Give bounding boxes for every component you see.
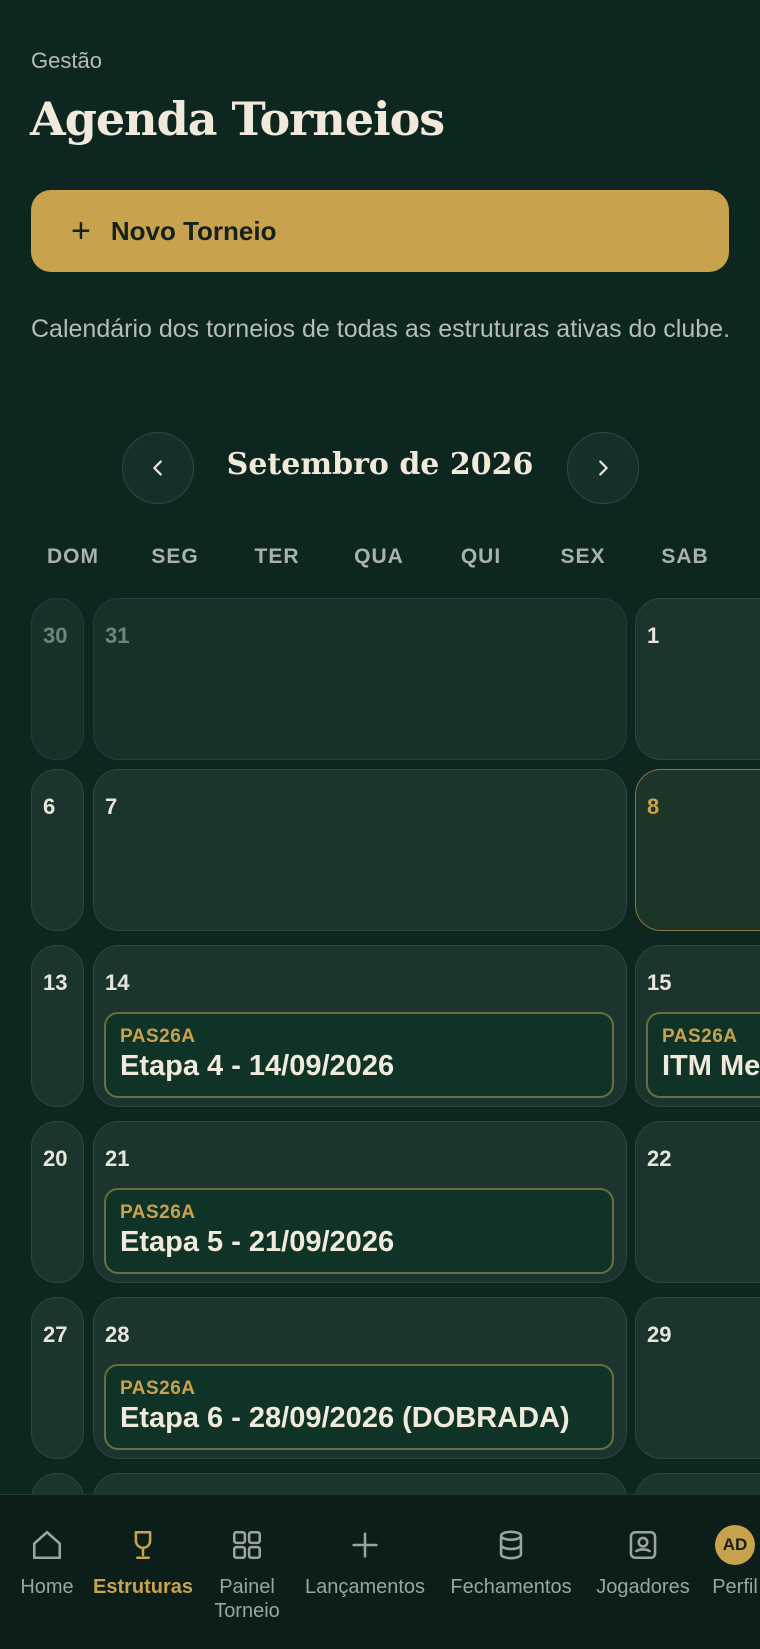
- user-badge-icon: [629, 1530, 657, 1560]
- weekday-label: DOM: [47, 545, 99, 568]
- tab-label: Lançamentos: [304, 1576, 426, 1598]
- database-icon: [499, 1530, 523, 1560]
- calendar-day[interactable]: 28 PAS26A Etapa 6 - 28/09/2026 (DOBRADA): [93, 1297, 627, 1459]
- chevron-right-icon: [599, 460, 608, 476]
- weekday-label: TER: [254, 545, 300, 568]
- event-code: PAS26A: [120, 1378, 196, 1399]
- calendar-day[interactable]: 20: [31, 1121, 84, 1283]
- tournament-event[interactable]: PAS26A Etapa 6 - 28/09/2026 (DOBRADA): [104, 1364, 614, 1450]
- weekday-label: SAB: [661, 545, 709, 568]
- calendar-day[interactable]: 13: [31, 945, 84, 1107]
- tab-fechamentos[interactable]: Fechamentos: [436, 1525, 586, 1599]
- day-number: 31: [105, 623, 130, 648]
- tab-perfil[interactable]: AD Perfil: [660, 1525, 760, 1599]
- calendar-day[interactable]: 6: [31, 769, 84, 931]
- day-number: 8: [647, 794, 660, 819]
- day-number: 22: [647, 1146, 672, 1171]
- tournament-event[interactable]: PAS26A Etapa 5 - 21/09/2026: [104, 1188, 614, 1274]
- event-code: PAS26A: [662, 1026, 738, 1047]
- day-number: 20: [43, 1146, 68, 1171]
- page-description: Calendário dos torneios de todas as estr…: [31, 315, 731, 343]
- grid-icon: [232, 1530, 262, 1560]
- calendar-day[interactable]: 7: [93, 769, 627, 931]
- bottom-tab-bar: Home Estruturas Painel Torneio Lançament…: [0, 1494, 760, 1649]
- avatar: AD: [715, 1525, 755, 1565]
- calendar-day[interactable]: 1: [635, 598, 760, 760]
- tab-label: Perfil: [712, 1576, 758, 1598]
- calendar-day[interactable]: 22: [635, 1121, 760, 1283]
- calendar-day[interactable]: 29: [635, 1297, 760, 1459]
- calendar-day[interactable]: 31: [93, 598, 627, 760]
- calendar-day[interactable]: 14 PAS26A Etapa 4 - 14/09/2026: [93, 945, 627, 1107]
- event-name: Etapa 4 - 14/09/2026: [120, 1050, 395, 1082]
- previous-month-button[interactable]: [122, 432, 194, 504]
- event-name: ITM Me: [662, 1050, 760, 1082]
- calendar-day[interactable]: [635, 1473, 760, 1494]
- trophy-icon: [134, 1530, 152, 1560]
- weekday-header: DOM SEG TER QUA QUI SEX SAB: [22, 545, 760, 575]
- weekday-label: SEG: [151, 545, 199, 568]
- page-title: Agenda Torneios: [30, 92, 445, 146]
- event-code: PAS26A: [120, 1026, 196, 1047]
- day-number: 7: [105, 794, 118, 819]
- day-number: 28: [105, 1322, 130, 1347]
- home-icon: [32, 1530, 62, 1560]
- weekday-label: QUA: [354, 545, 404, 568]
- next-month-button[interactable]: [567, 432, 639, 504]
- tournament-event[interactable]: PAS26A ITM Me: [646, 1012, 760, 1098]
- day-number: 1: [647, 623, 660, 648]
- calendar-day[interactable]: [93, 1473, 627, 1494]
- new-tournament-button[interactable]: + Novo Torneio: [31, 190, 729, 272]
- month-label: Setembro de 2026: [226, 447, 534, 482]
- calendar-day[interactable]: 15 PAS26A ITM Me: [635, 945, 760, 1107]
- weekday-label: SEX: [560, 545, 606, 568]
- event-name: Etapa 5 - 21/09/2026: [120, 1226, 395, 1258]
- day-number: 30: [43, 623, 68, 648]
- day-number: 21: [105, 1146, 130, 1171]
- tab-label: Fechamentos: [450, 1576, 572, 1598]
- day-number: 15: [647, 970, 672, 995]
- calendar-day[interactable]: [31, 1473, 84, 1494]
- day-number: 29: [647, 1322, 672, 1347]
- event-name: Etapa 6 - 28/09/2026 (DOBRADA): [120, 1402, 570, 1434]
- tab-label: Painel Torneio: [214, 1576, 280, 1622]
- page-eyebrow: Gestão: [31, 48, 102, 73]
- day-number: 14: [105, 970, 130, 995]
- new-tournament-label: Novo Torneio: [110, 215, 277, 246]
- tab-lancamentos[interactable]: Lançamentos: [290, 1525, 440, 1599]
- calendar-day[interactable]: 21 PAS26A Etapa 5 - 21/09/2026: [93, 1121, 627, 1283]
- calendar-grid: 30 31 1 6 7 8 13 14 PAS26A Etapa 4 - 14/…: [0, 596, 760, 1494]
- day-number: 6: [43, 794, 56, 819]
- chevron-left-icon: [153, 460, 162, 476]
- calendar-day[interactable]: 27: [31, 1297, 84, 1459]
- plus-icon: +: [71, 212, 91, 250]
- event-code: PAS26A: [120, 1202, 196, 1223]
- tournament-event[interactable]: PAS26A Etapa 4 - 14/09/2026: [104, 1012, 614, 1098]
- day-number: 27: [43, 1322, 68, 1347]
- plus-icon: [352, 1532, 378, 1558]
- day-number: 13: [43, 970, 68, 995]
- calendar-day[interactable]: 30: [31, 598, 84, 760]
- weekday-label: QUI: [460, 545, 502, 568]
- calendar-day-today[interactable]: 8: [635, 769, 760, 931]
